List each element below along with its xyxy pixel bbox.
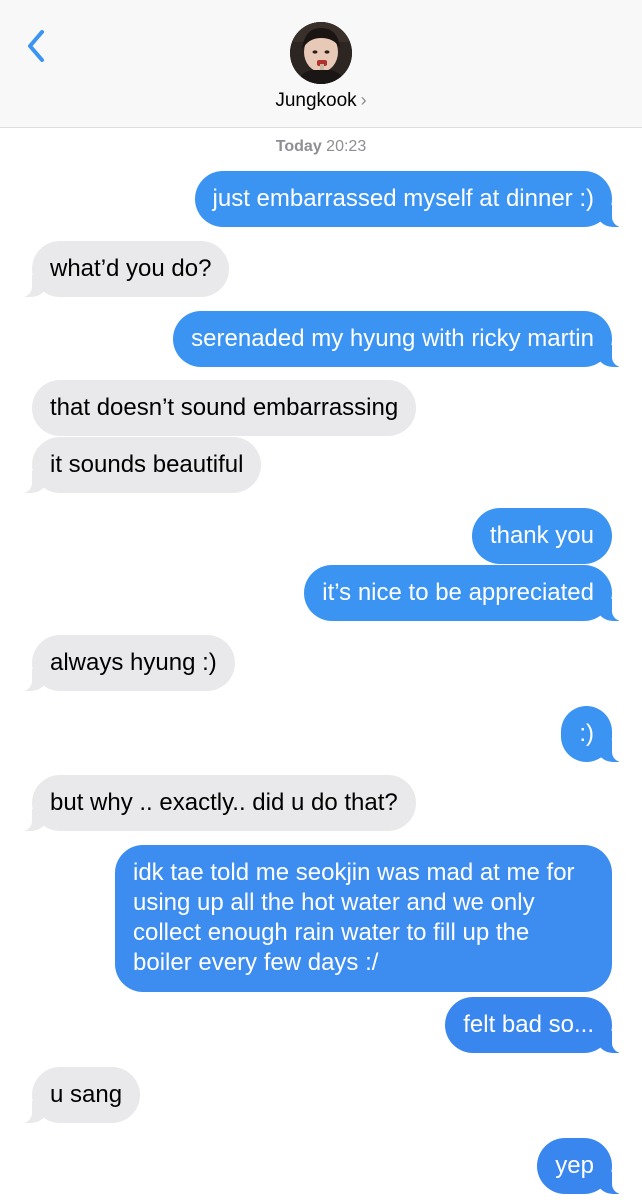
message-bubble-sent[interactable]: serenaded my hyung with ricky martin <box>173 311 624 367</box>
message-bubble-received[interactable]: it sounds beautiful <box>19 437 262 493</box>
message-bubble-sent[interactable]: idk tae told me seokjin was mad at me fo… <box>115 845 612 992</box>
message-bubble-sent[interactable]: it’s nice to be appreciated <box>304 565 624 621</box>
message-bubble-received[interactable]: u sang <box>19 1067 141 1123</box>
message-bubble-sent[interactable]: thank you <box>471 508 612 564</box>
message-bubble-sent[interactable]: just embarrassed myself at dinner :) <box>194 171 625 227</box>
message-bubble-received[interactable]: but why .. exactly.. did u do that? <box>20 775 416 831</box>
message-bubble-received[interactable]: that doesn’t sound embarrassing <box>32 380 417 436</box>
message-bubble-received[interactable]: what’d you do? <box>19 241 230 297</box>
message-bubble-sent[interactable]: yep <box>537 1138 624 1194</box>
message-bubble-received[interactable]: always hyung :) <box>20 635 235 691</box>
message-bubble-sent[interactable]: :) <box>561 706 624 762</box>
message-thread: just embarrassed myself at dinner :) wha… <box>0 0 642 1200</box>
message-bubble-sent[interactable]: felt bad so... <box>445 997 624 1053</box>
